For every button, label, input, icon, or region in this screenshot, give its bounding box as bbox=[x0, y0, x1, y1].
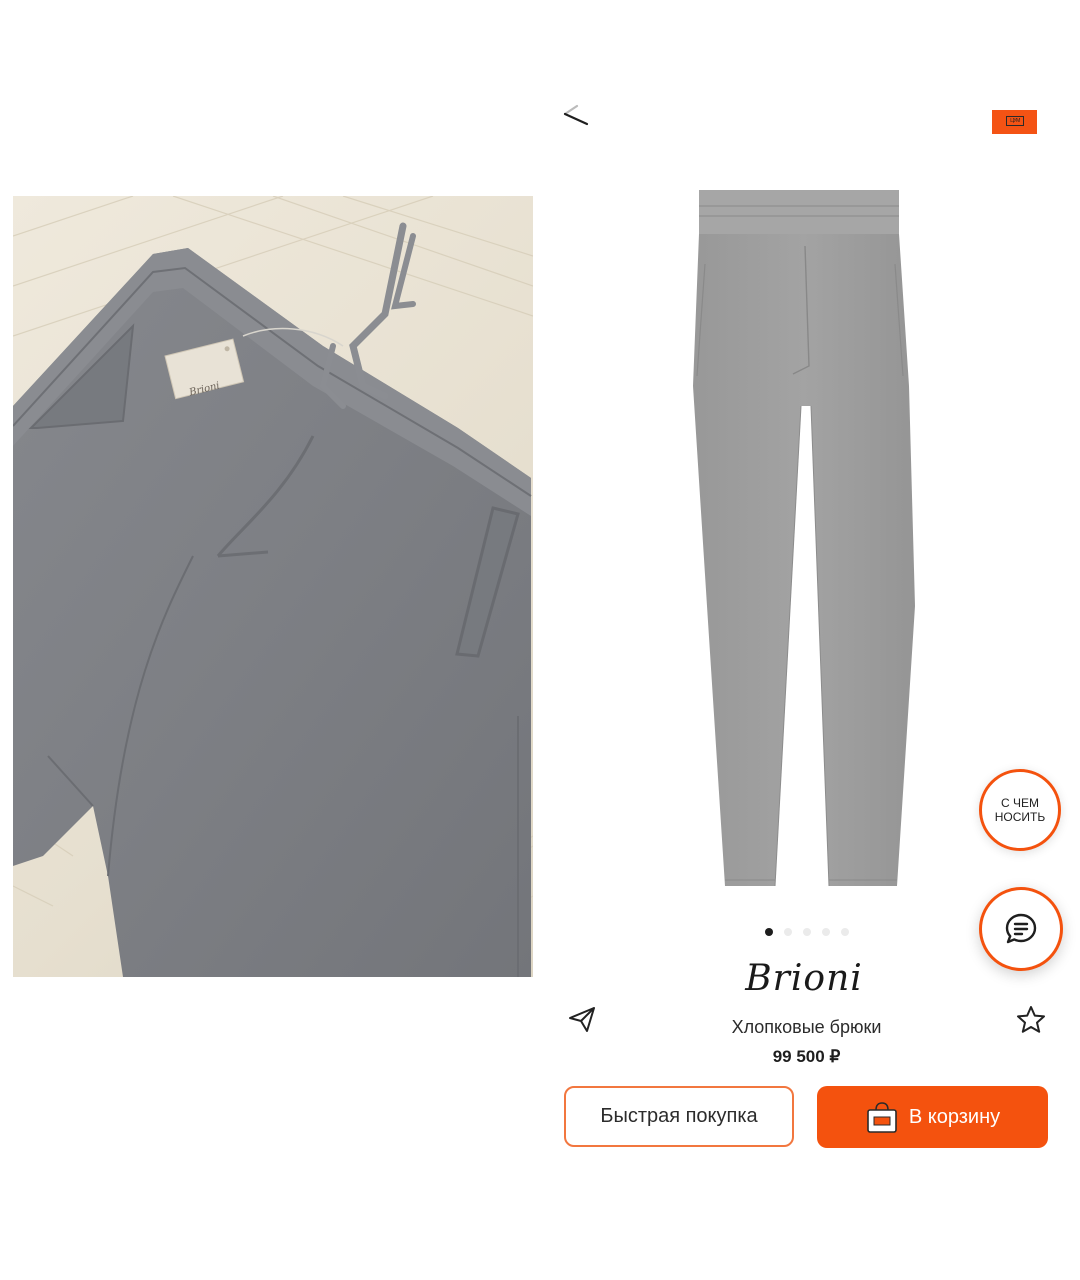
paper-plane-icon[interactable] bbox=[567, 1004, 597, 1034]
trousers-photo-illustration bbox=[13, 196, 533, 977]
quick-buy-label: Быстрая покупка bbox=[600, 1105, 758, 1127]
chat-bubble-icon bbox=[1005, 913, 1037, 944]
product-page-screen: ЦУМ С ЧЕМ НОСИТЬ Brioni Хлопковые брюки … bbox=[549, 98, 1080, 1208]
gallery-dot[interactable] bbox=[765, 928, 773, 936]
what-to-wear-line2: НОСИТЬ bbox=[994, 810, 1046, 824]
product-title: Хлопковые брюки bbox=[731, 1017, 882, 1037]
shopping-bag-icon bbox=[867, 1102, 897, 1133]
gallery-dot[interactable] bbox=[822, 928, 830, 936]
add-to-cart-button[interactable]: В корзину bbox=[817, 1086, 1048, 1148]
product-price: 99 500 ₽ bbox=[772, 1047, 841, 1066]
gallery-dot[interactable] bbox=[841, 928, 849, 936]
gallery-dot[interactable] bbox=[784, 928, 792, 936]
product-image[interactable] bbox=[685, 186, 915, 986]
add-to-cart-label: В корзину bbox=[908, 1105, 1001, 1128]
cart-badge-button[interactable]: ЦУМ bbox=[992, 110, 1037, 134]
brand-logo[interactable]: Brioni bbox=[699, 958, 909, 1002]
gallery-dot[interactable] bbox=[803, 928, 811, 936]
quick-buy-button[interactable]: Быстрая покупка bbox=[564, 1086, 794, 1147]
bag-badge-text: ЦУМ bbox=[1006, 116, 1024, 126]
star-icon[interactable] bbox=[1015, 1004, 1047, 1036]
what-to-wear-line1: С ЧЕМ bbox=[1001, 796, 1039, 810]
chat-button[interactable] bbox=[979, 887, 1063, 971]
back-arrow-icon[interactable] bbox=[561, 100, 591, 130]
what-to-wear-button[interactable]: С ЧЕМ НОСИТЬ bbox=[979, 769, 1061, 851]
product-photo: Brioni bbox=[13, 196, 533, 977]
